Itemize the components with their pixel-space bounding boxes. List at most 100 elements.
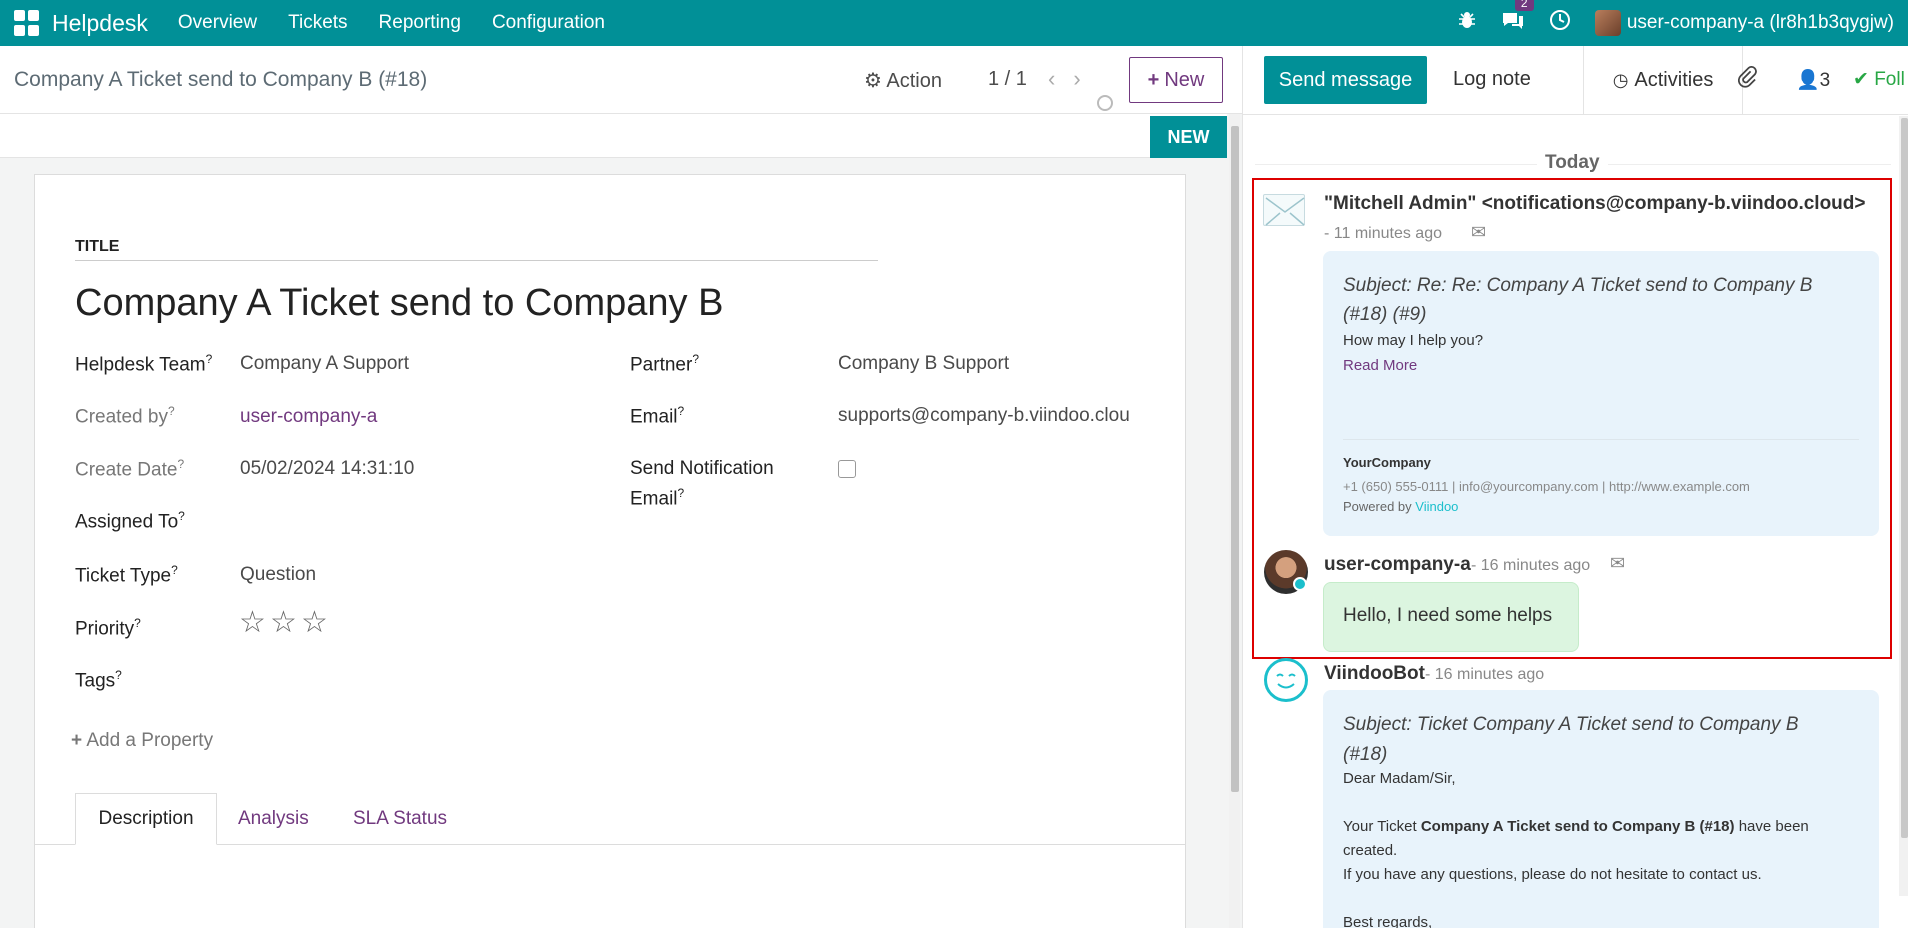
tab-description[interactable]: Description bbox=[75, 793, 217, 845]
followers-button[interactable]: 👤3 bbox=[1796, 68, 1830, 92]
menu-tickets[interactable]: Tickets bbox=[288, 12, 347, 34]
ticket-type-value[interactable]: Question bbox=[240, 564, 316, 586]
message-author[interactable]: user-company-a bbox=[1324, 554, 1471, 576]
assigned-to-label: Assigned To? bbox=[75, 509, 185, 533]
follow-label: Foll bbox=[1874, 69, 1905, 90]
priority-label: Priority? bbox=[75, 616, 141, 640]
partner-label: Partner? bbox=[630, 352, 699, 376]
message-time: - 16 minutes ago bbox=[1425, 666, 1545, 683]
action-label: Action bbox=[886, 70, 942, 92]
debug-bug-icon[interactable] bbox=[1457, 10, 1477, 36]
priority-star-3-icon[interactable]: ☆ bbox=[301, 608, 328, 638]
activities-label: Activities bbox=[1634, 68, 1714, 91]
signature-contact: +1 (650) 555-0111 | info@yourcompany.com… bbox=[1343, 479, 1750, 494]
action-button[interactable]: ⚙ Action bbox=[864, 68, 942, 93]
clock-icon: ◷ bbox=[1612, 69, 1629, 90]
message-subject: Subject: Ticket Company A Ticket send to… bbox=[1343, 714, 1799, 735]
title-divider bbox=[75, 260, 878, 261]
message-closing: Best regards, bbox=[1343, 914, 1433, 928]
created-by-value[interactable]: user-company-a bbox=[240, 406, 377, 428]
message-subject-2: (#18) bbox=[1343, 744, 1388, 765]
stage-new-button[interactable]: NEW bbox=[1150, 116, 1227, 158]
new-button-label: New bbox=[1164, 68, 1205, 91]
chevron-right-icon[interactable]: › bbox=[1073, 66, 1098, 91]
bot-avatar[interactable] bbox=[1264, 658, 1308, 702]
send-notification-label: Send Notification bbox=[630, 458, 774, 479]
email-label: Email? bbox=[630, 404, 685, 428]
message-greeting: Dear Madam/Sir, bbox=[1343, 770, 1456, 787]
envelope-icon: ✉ bbox=[1471, 222, 1487, 242]
paperclip-icon[interactable] bbox=[1738, 66, 1758, 96]
message-time: - 16 minutes ago bbox=[1471, 557, 1591, 574]
send-message-button[interactable]: Send message bbox=[1264, 56, 1427, 104]
assigned-to-field[interactable] bbox=[240, 509, 540, 533]
followers-count: 3 bbox=[1819, 70, 1831, 91]
new-button[interactable]: + New bbox=[1129, 57, 1223, 103]
online-status-icon bbox=[1293, 577, 1307, 591]
breadcrumb: Company A Ticket send to Company B (#18) bbox=[14, 67, 428, 91]
user-avatar[interactable] bbox=[1594, 10, 1621, 36]
email-field[interactable]: supports@company-b.viindoo.clou bbox=[838, 405, 1130, 427]
partner-value[interactable]: Company B Support bbox=[838, 353, 1009, 375]
menu-overview[interactable]: Overview bbox=[178, 12, 257, 34]
apps-menu-icon[interactable] bbox=[14, 10, 40, 36]
message-subject-2: (#18) (#9) bbox=[1343, 304, 1427, 325]
tab-sla-status[interactable]: SLA Status bbox=[353, 793, 447, 845]
tab-analysis[interactable]: Analysis bbox=[238, 793, 309, 845]
kanban-state-icon[interactable] bbox=[1097, 95, 1113, 111]
title-label: TITLE bbox=[75, 238, 120, 255]
user-menu[interactable]: user-company-a (lr8h1b3qygjw) bbox=[1627, 12, 1894, 34]
body-text: have been bbox=[1738, 818, 1809, 835]
date-separator: Today bbox=[1537, 152, 1608, 174]
activity-clock-icon[interactable] bbox=[1549, 9, 1571, 37]
send-notification-checkbox[interactable] bbox=[838, 460, 856, 478]
viindoo-link[interactable]: Viindoo bbox=[1415, 499, 1458, 514]
ticket-type-label: Ticket Type? bbox=[75, 563, 178, 587]
log-note-button[interactable]: Log note bbox=[1453, 68, 1531, 91]
control-panel: Company A Ticket send to Company B (#18)… bbox=[0, 46, 1242, 114]
message-author[interactable]: "Mitchell Admin" <notifications@company-… bbox=[1324, 193, 1865, 215]
helpdesk-team-label: Helpdesk Team? bbox=[75, 352, 213, 376]
ticket-title-field[interactable]: Company A Ticket send to Company B bbox=[75, 282, 723, 325]
signature-company: YourCompany bbox=[1343, 455, 1431, 470]
priority-star-1-icon[interactable]: ☆ bbox=[239, 608, 266, 638]
top-navbar: Helpdesk Overview Tickets Reporting Conf… bbox=[0, 0, 1908, 46]
message-body: Your Ticket Company A Ticket send to Com… bbox=[1343, 815, 1809, 839]
pager-arrows: ‹› bbox=[1048, 66, 1099, 92]
messages-chat-icon[interactable]: 2 bbox=[1501, 0, 1534, 36]
user-icon: 👤 bbox=[1796, 70, 1820, 91]
menu-configuration[interactable]: Configuration bbox=[492, 12, 605, 34]
send-notification-label-2: Email? bbox=[630, 486, 685, 510]
powered-by-label: Powered by bbox=[1343, 499, 1412, 514]
form-scrollbar-thumb[interactable] bbox=[1231, 126, 1239, 792]
message-body: How may I help you? bbox=[1343, 332, 1484, 349]
chatter-topbar: Send message Log note ◷ Activities 👤3 ✔ … bbox=[1243, 46, 1908, 114]
app-brand[interactable]: Helpdesk bbox=[52, 10, 148, 37]
check-icon: ✔ bbox=[1853, 69, 1869, 90]
activities-button[interactable]: ◷ Activities bbox=[1583, 46, 1743, 114]
chevron-left-icon[interactable]: ‹ bbox=[1048, 66, 1073, 91]
chatter-divider bbox=[1243, 114, 1908, 115]
follow-button[interactable]: ✔ Foll bbox=[1853, 68, 1905, 91]
pager-value[interactable]: 1 / 1 bbox=[988, 68, 1027, 91]
chatter-panel: Send message Log note ◷ Activities 👤3 ✔ … bbox=[1242, 46, 1908, 928]
priority-star-2-icon[interactable]: ☆ bbox=[270, 608, 297, 638]
plus-icon: + bbox=[71, 730, 83, 751]
plus-icon: + bbox=[1147, 68, 1160, 91]
add-property-label: Add a Property bbox=[86, 730, 214, 751]
helpdesk-team-value[interactable]: Company A Support bbox=[240, 353, 409, 375]
create-date-label: Create Date? bbox=[75, 457, 185, 481]
envelope-icon: ✉ bbox=[1610, 553, 1626, 573]
menu-reporting[interactable]: Reporting bbox=[379, 12, 461, 34]
add-property-button[interactable]: + Add a Property bbox=[71, 730, 213, 752]
gear-icon: ⚙ bbox=[864, 70, 882, 92]
messages-count-badge: 2 bbox=[1514, 0, 1534, 11]
create-date-value: 05/02/2024 14:31:10 bbox=[240, 458, 415, 479]
message-author[interactable]: ViindooBot bbox=[1324, 663, 1425, 685]
signature-divider bbox=[1343, 439, 1859, 440]
powered-by: Powered by Viindoo bbox=[1343, 499, 1458, 514]
created-by-label: Created by? bbox=[75, 404, 175, 428]
read-more-link[interactable]: Read More bbox=[1343, 354, 1417, 378]
message-body-3: If you have any questions, please do not… bbox=[1343, 866, 1762, 883]
chatter-scrollbar-thumb[interactable] bbox=[1901, 118, 1908, 838]
